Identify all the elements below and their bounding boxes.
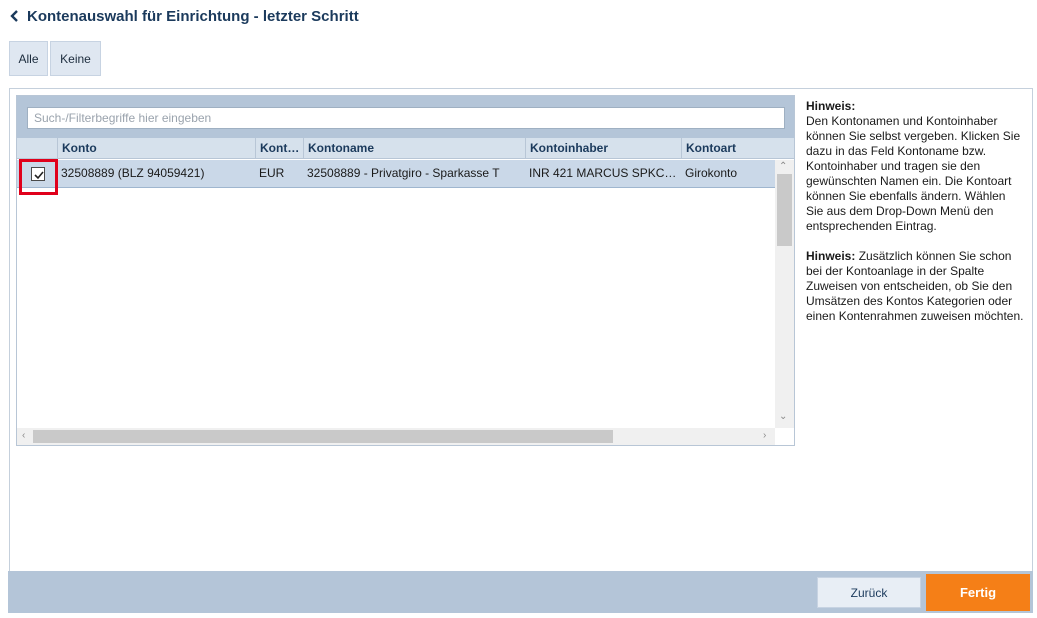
vertical-scrollbar[interactable]: ⌃ ⌄: [775, 160, 794, 428]
cell-konto[interactable]: 32508889 (BLZ 94059421): [57, 160, 255, 187]
checkbox-highlight-frame: [19, 159, 58, 195]
search-bar: [17, 96, 794, 138]
header-kontoart[interactable]: Kontoart: [681, 138, 794, 159]
hint-paragraph-2: Hinweis: Zusätzlich können Sie schon bei…: [806, 249, 1026, 324]
scroll-down-icon[interactable]: ⌄: [779, 412, 787, 422]
select-all-button[interactable]: Alle: [9, 41, 48, 76]
page-header: Kontenauswahl für Einrichtung - letzter …: [8, 6, 359, 26]
select-none-button[interactable]: Keine: [50, 41, 101, 76]
cell-kontoname[interactable]: 32508889 - Privatgiro - Sparkasse T: [303, 160, 525, 187]
hint-panel: Hinweis: Den Kontonamen und Kontoinhaber…: [806, 99, 1026, 339]
back-button[interactable]: Zurück: [817, 577, 921, 608]
header-konto[interactable]: Konto: [57, 138, 255, 159]
hint-label: Hinweis:: [806, 249, 856, 263]
search-input[interactable]: [27, 107, 785, 129]
horizontal-scrollbar[interactable]: ‹ ›: [17, 428, 775, 445]
account-grid: Konto Kont… Kontoname Kontoinhaber Konto…: [16, 95, 795, 446]
cell-currency[interactable]: EUR: [255, 160, 303, 187]
page-title: Kontenauswahl für Einrichtung - letzter …: [27, 7, 359, 25]
cell-kontoart[interactable]: Girokonto: [681, 160, 775, 187]
content-frame: Konto Kont… Kontoname Kontoinhaber Konto…: [9, 88, 1033, 613]
header-checkbox-column: [17, 138, 57, 159]
header-kontoname[interactable]: Kontoname: [303, 138, 525, 159]
chevron-left-icon[interactable]: [8, 8, 22, 24]
header-currency[interactable]: Kont…: [255, 138, 303, 159]
cell-kontoinhaber[interactable]: INR 421 MARCUS SPKC…: [525, 160, 681, 187]
header-kontoinhaber[interactable]: Kontoinhaber: [525, 138, 681, 159]
hint-label: Hinweis:: [806, 99, 856, 113]
scroll-right-icon[interactable]: ›: [763, 431, 766, 441]
horizontal-scroll-thumb[interactable]: [33, 430, 613, 443]
vertical-scroll-thumb[interactable]: [777, 174, 792, 246]
selection-buttons: Alle Keine: [9, 41, 101, 76]
hint-paragraph-1: Hinweis: Den Kontonamen und Kontoinhaber…: [806, 99, 1026, 234]
scroll-left-icon[interactable]: ‹: [22, 431, 25, 441]
table-header: Konto Kont… Kontoname Kontoinhaber Konto…: [17, 138, 794, 159]
footer-bar: Zurück Fertig: [8, 571, 1033, 613]
scroll-up-icon[interactable]: ⌃: [779, 162, 787, 172]
table-row[interactable]: 32508889 (BLZ 94059421) EUR 32508889 - P…: [17, 160, 775, 188]
finish-button[interactable]: Fertig: [926, 574, 1030, 611]
hint-text: Den Kontonamen und Kontoinhaber können S…: [806, 114, 1021, 233]
